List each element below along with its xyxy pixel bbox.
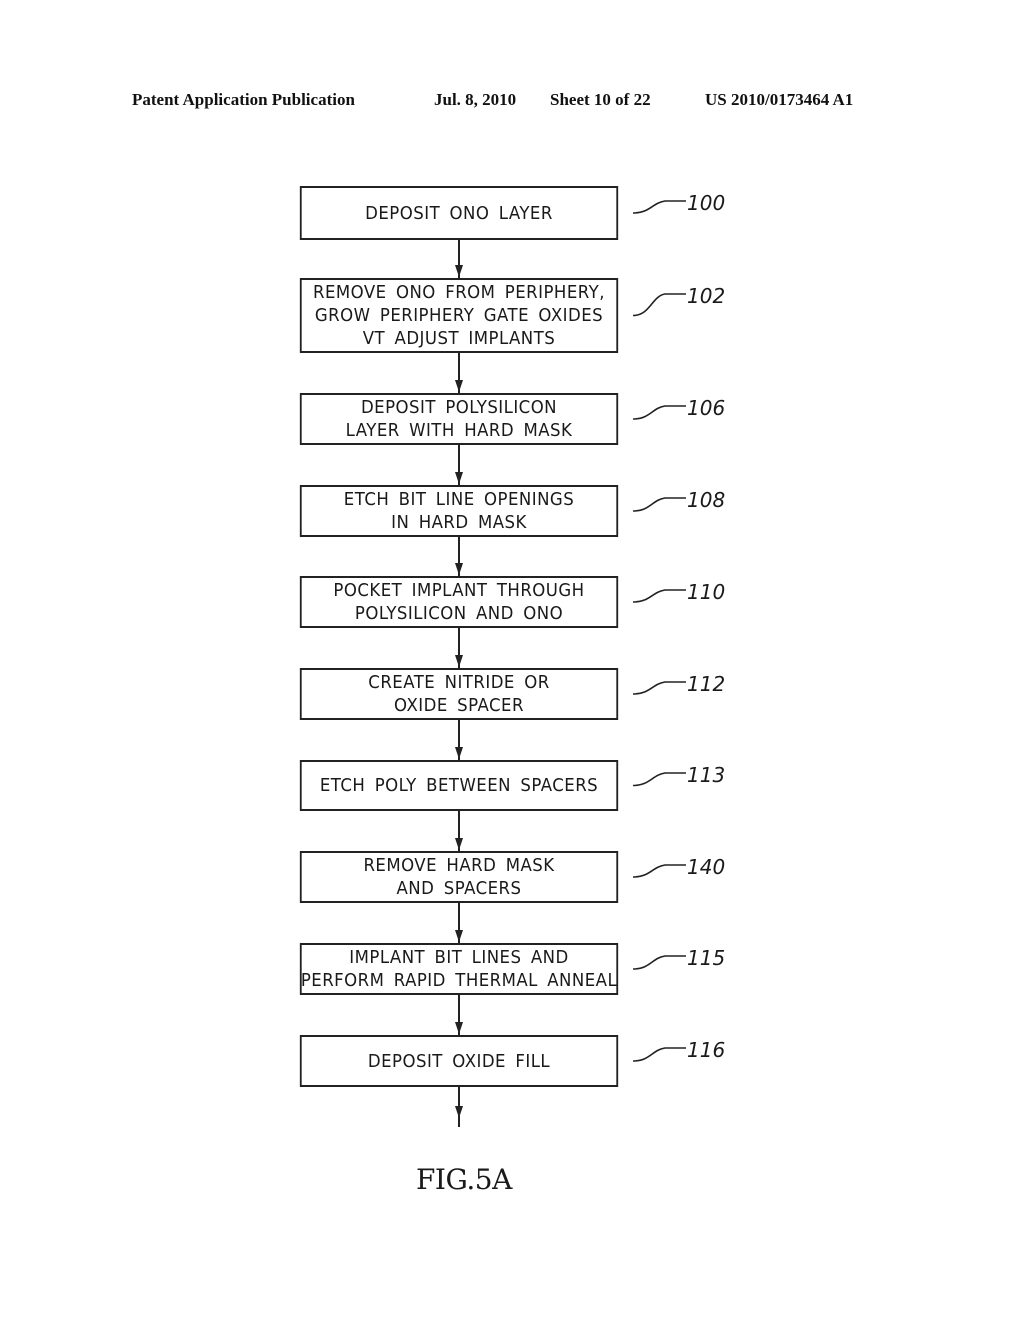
step-text-line: OXIDE SPACER	[394, 695, 524, 716]
reference-numeral-116: 116	[687, 1038, 726, 1062]
arrowhead-icon	[455, 1022, 463, 1034]
arrowhead-icon	[455, 265, 463, 277]
arrowhead-icon	[455, 563, 463, 575]
reference-numeral-140: 140	[687, 855, 726, 879]
step-text-line: DEPOSIT POLYSILICON	[360, 397, 558, 418]
reference-numeral-108: 108	[687, 488, 726, 512]
step-text-line: IN HARD MASK	[391, 512, 527, 533]
step-text-line: IMPLANT BIT LINES AND	[349, 947, 569, 968]
leader-line-108	[632, 497, 686, 512]
reference-numeral-102: 102	[687, 284, 726, 308]
step-text-line: DEPOSIT OXIDE FILL	[367, 1050, 551, 1072]
leader-line-115	[632, 955, 686, 970]
step-text-line: REMOVE HARD MASK	[363, 855, 555, 876]
step-text-line: ETCH POLY BETWEEN SPACERS	[319, 775, 599, 796]
step-box-115: IMPLANT BIT LINES AND PERFORM RAPID THERM…	[299, 943, 619, 995]
leader-line-140	[632, 864, 686, 878]
leader-line-100	[632, 200, 686, 214]
step-text-line: ETCH BIT LINE OPENINGS	[343, 489, 575, 510]
leader-line-110	[632, 589, 686, 603]
reference-numeral-112: 112	[687, 672, 726, 696]
leader-line-113	[632, 772, 686, 787]
arrowhead-icon	[455, 472, 463, 484]
arrowhead-icon	[455, 930, 463, 942]
arrowhead-icon	[455, 380, 463, 392]
step-box-102: REMOVE ONO FROM PERIPHERY, GROW PERIPHERY…	[299, 278, 619, 353]
reference-numeral-115: 115	[687, 946, 726, 970]
step-box-116: DEPOSIT OXIDE FILL	[299, 1035, 619, 1087]
leader-line-116	[632, 1047, 686, 1062]
step-box-113: ETCH POLY BETWEEN SPACERS	[299, 760, 619, 811]
arrowhead-icon	[455, 655, 463, 667]
step-box-100: DEPOSIT ONO LAYER	[299, 186, 619, 240]
leader-line-112	[632, 681, 686, 695]
reference-numeral-106: 106	[687, 396, 726, 420]
step-box-140: REMOVE HARD MASK AND SPACERS	[299, 851, 619, 903]
step-text-line: REMOVE ONO FROM PERIPHERY,	[313, 282, 605, 303]
step-box-108: ETCH BIT LINE OPENINGS IN HARD MASK	[299, 485, 619, 537]
step-box-110: POCKET IMPLANT THROUGH POLYSILICON AND ON…	[299, 576, 619, 628]
reference-numeral-113: 113	[687, 763, 726, 787]
step-text-line: VT ADJUST IMPLANTS	[362, 328, 556, 349]
step-text-line: LAYER WITH HARD MASK	[345, 420, 573, 441]
figure-label: FIG.5A	[416, 1163, 512, 1196]
arrowhead-icon	[455, 1106, 463, 1118]
step-text-line: AND SPACERS	[396, 878, 522, 899]
step-text-line: POCKET IMPLANT THROUGH	[333, 580, 585, 601]
step-text-line: POLYSILICON AND ONO	[354, 603, 564, 624]
leader-line-106	[632, 405, 686, 420]
step-text-line: DEPOSIT ONO LAYER	[365, 202, 553, 224]
reference-numeral-100: 100	[687, 191, 726, 215]
step-text-line: CREATE NITRIDE OR	[368, 672, 550, 693]
step-text-line: GROW PERIPHERY GATE OXIDES	[314, 305, 604, 326]
step-text-line: PERFORM RAPID THERMAL ANNEAL	[300, 970, 618, 991]
step-box-106: DEPOSIT POLYSILICON LAYER WITH HARD MASK	[299, 393, 619, 445]
leader-line-102	[632, 293, 686, 317]
reference-numeral-110: 110	[687, 580, 726, 604]
step-box-112: CREATE NITRIDE OR OXIDE SPACER	[299, 668, 619, 720]
arrowhead-icon	[455, 747, 463, 759]
arrowhead-icon	[455, 838, 463, 850]
